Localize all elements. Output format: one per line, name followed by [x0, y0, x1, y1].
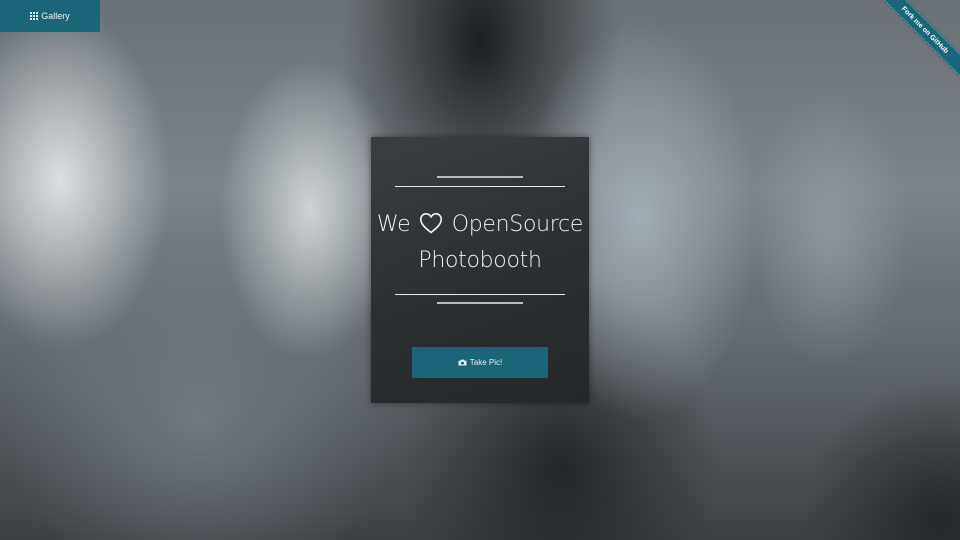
divider-bottom-long	[395, 294, 565, 295]
gallery-button[interactable]: Gallery	[0, 0, 100, 32]
github-ribbon-container: Fork me on GitHub	[880, 0, 960, 80]
camera-icon	[458, 359, 467, 366]
divider-top-long	[395, 186, 565, 187]
fork-on-github-ribbon[interactable]: Fork me on GitHub	[880, 0, 960, 80]
take-pic-label: Take Pic!	[469, 358, 503, 367]
ribbon-label: Fork me on GitHub	[900, 5, 950, 55]
take-pic-button[interactable]: Take Pic!	[412, 347, 548, 378]
title-line-1: We OpenSource	[371, 207, 589, 243]
title-opensource: OpenSource	[451, 212, 584, 237]
page-title: We OpenSource Photobooth	[371, 207, 589, 279]
divider-top-short	[437, 176, 523, 178]
title-we: We	[376, 212, 411, 237]
grid-icon	[30, 12, 39, 20]
photobooth-card: We OpenSource Photobooth Take Pic!	[371, 137, 589, 403]
divider-bottom-short	[437, 302, 523, 304]
title-line-2: Photobooth	[418, 248, 542, 273]
gallery-label: Gallery	[41, 11, 70, 21]
heart-icon	[420, 213, 443, 234]
